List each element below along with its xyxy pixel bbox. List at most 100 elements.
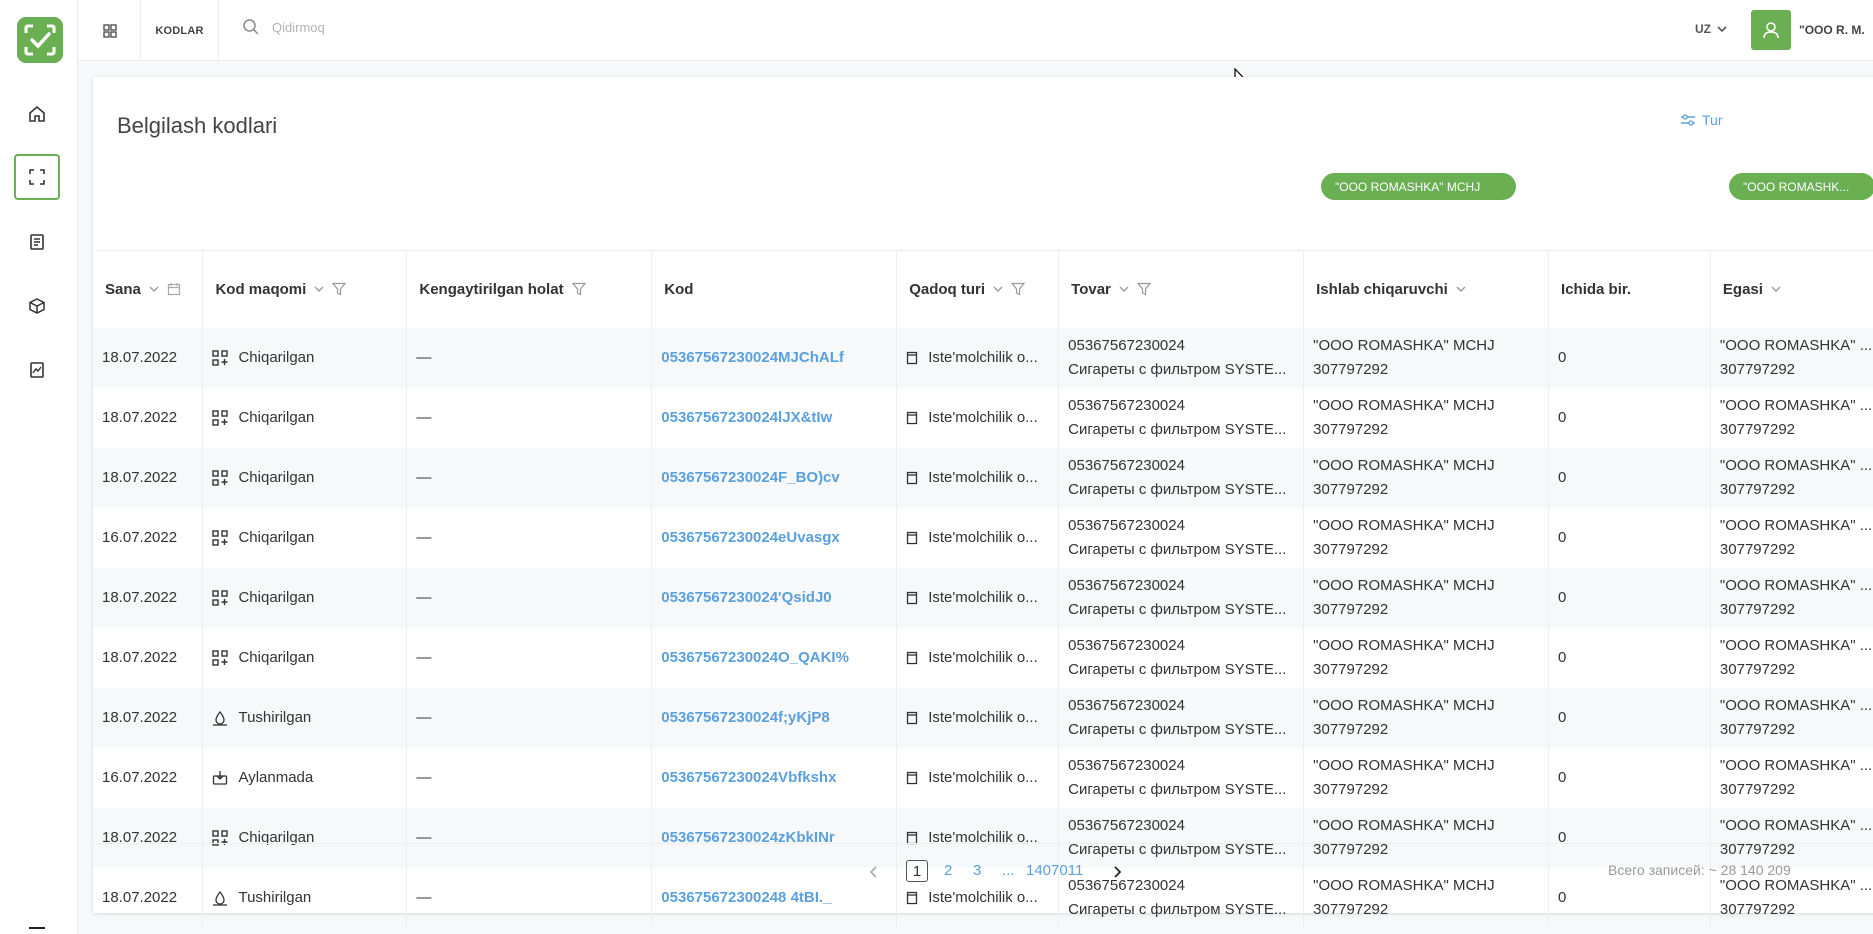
manufacturer-name: "OOO ROMASHKA" MCHJ [1313, 816, 1495, 834]
owner-filter-pill[interactable]: "OOO ROMASHK... [1729, 173, 1873, 200]
table-header-row: Sana Kod maqomi Kengaytirilgan holat Kod… [93, 250, 1873, 328]
status-text: Chiqarilgan [238, 349, 315, 366]
table-row[interactable]: 18.07.2022 Chiqarilgan — 05367567230024F_BO… [93, 447, 1873, 508]
cell-inside: 0 [1548, 327, 1711, 388]
app-logo[interactable] [17, 17, 63, 63]
cell-status: Chiqarilgan [202, 567, 408, 628]
manufacturer-tin: 307797292 [1313, 900, 1389, 918]
filter-icon[interactable] [1011, 282, 1026, 296]
language-label: UZ [1695, 22, 1711, 36]
cell-date: 18.07.2022 [93, 327, 204, 388]
column-product[interactable]: Tovar [1058, 250, 1305, 328]
owner-name: "OOO ROMASHKA" ... [1719, 576, 1873, 594]
sidebar-item-products[interactable] [14, 283, 60, 329]
column-date[interactable]: Sana [93, 250, 204, 328]
scan-icon [29, 169, 45, 185]
cell-extended: — [406, 567, 653, 628]
sort-chevron-icon[interactable] [1771, 286, 1781, 293]
owner-name: "OOO ROMASHKA" ... [1719, 636, 1873, 654]
extended-text: — [416, 409, 432, 426]
code-link[interactable]: 05367567230024'QsidJ0 [661, 589, 831, 606]
owner-name: "OOO ROMASHKA" ... [1719, 756, 1873, 774]
code-link[interactable]: 05367567230024f;yKjP8 [661, 709, 829, 726]
table-row[interactable]: 18.07.2022 Chiqarilgan — 05367567230024lJX&… [93, 387, 1873, 448]
column-inside[interactable]: Ichida bir. [1548, 250, 1711, 328]
package-icon [907, 411, 918, 424]
calendar-icon[interactable] [167, 282, 181, 296]
next-page-icon[interactable] [1113, 866, 1121, 878]
cell-code: 05367567230024eUvasgx [651, 507, 898, 568]
sort-chevron-icon[interactable] [149, 286, 159, 293]
sidebar-item-reports[interactable] [14, 347, 60, 393]
cell-status: Tushirilgan [202, 687, 408, 748]
sort-chevron-icon[interactable] [993, 286, 1003, 293]
table-row[interactable]: 16.07.2022 Chiqarilgan — 05367567230024eUva… [93, 507, 1873, 568]
code-link[interactable]: 05367567230024lJX&tIw [661, 409, 832, 426]
extended-text: — [416, 769, 432, 786]
product-name: Сигареты с фильтром SYSTE... [1068, 540, 1287, 558]
page-2-button[interactable]: 2 [944, 862, 952, 879]
codes-card: Belgilash kodlari Tur "OOO ROMASHKA" MCH… [93, 77, 1873, 928]
cell-date: 16.07.2022 [93, 507, 204, 568]
code-link[interactable]: 05367567230024O_QAKI% [661, 649, 849, 666]
status-text: Tushirilgan [238, 709, 312, 726]
column-owner[interactable]: Egasi [1710, 250, 1873, 328]
column-code[interactable]: Kod [651, 250, 898, 328]
package-text: Iste'molchilik o... [928, 649, 1038, 666]
table-row[interactable]: 18.07.2022 Tushirilgan — 05367567230024f;yK… [93, 687, 1873, 748]
home-icon [29, 105, 45, 122]
cell-status: Chiqarilgan [202, 447, 408, 508]
filter-icon[interactable] [332, 282, 347, 296]
sort-chevron-icon[interactable] [314, 286, 324, 293]
sidebar [0, 0, 78, 934]
sort-chevron-icon[interactable] [1456, 286, 1466, 293]
page-last-button[interactable]: 1407011 [1026, 862, 1083, 879]
sidebar-item-codes[interactable] [14, 154, 60, 200]
filter-icon[interactable] [571, 282, 586, 296]
code-link[interactable]: 05367567230024eUvasgx [661, 529, 840, 546]
cell-manufacturer: "OOO ROMASHKA" MCHJ 307797292 [1303, 687, 1550, 748]
sidebar-item-home[interactable] [14, 91, 60, 137]
column-extended[interactable]: Kengaytirilgan holat [406, 250, 653, 328]
page-3-button[interactable]: 3 [973, 862, 981, 879]
manufacturer-tin: 307797292 [1313, 660, 1389, 678]
cell-extended: — [406, 627, 653, 688]
code-link[interactable]: 05367567230024F_BO)cv [661, 469, 839, 486]
type-filter-button[interactable]: Tur [1680, 112, 1722, 128]
cell-status: Aylanmada [202, 747, 408, 808]
column-status[interactable]: Kod maqomi [202, 250, 408, 328]
user-name[interactable]: "OOO R. M. [1799, 23, 1865, 37]
code-link[interactable]: 05367567230024MJChALf [661, 349, 844, 366]
cell-product: 05367567230024 Сигареты с фильтром SYSTE.… [1058, 327, 1305, 388]
product-gtin: 05367567230024 [1068, 576, 1185, 594]
page-ellipsis[interactable]: ... [1002, 862, 1015, 879]
table-row[interactable]: 18.07.2022 Chiqarilgan — 05367567230024MJCh… [93, 327, 1873, 388]
cell-package: Iste'molchilik o... [896, 627, 1060, 688]
avatar[interactable] [1751, 10, 1791, 50]
sort-chevron-icon[interactable] [1119, 286, 1129, 293]
table-row[interactable]: 16.07.2022 Aylanmada — 05367567230024Vbfksh… [93, 747, 1873, 808]
sidebar-item-documents[interactable] [14, 219, 60, 265]
search-input[interactable] [272, 19, 572, 35]
manufacturer-filter-pill[interactable]: "OOO ROMASHKA" MCHJ [1321, 173, 1516, 200]
code-link[interactable]: 05367567230024Vbfkshx [661, 769, 836, 786]
cell-manufacturer: "OOO ROMASHKA" MCHJ 307797292 [1303, 447, 1550, 508]
table-row[interactable]: 18.07.2022 Chiqarilgan — 05367567230024O_QA… [93, 627, 1873, 688]
cell-owner: "OOO ROMASHKA" ... 307797292 [1710, 747, 1873, 808]
sidebar-collapse-handle[interactable] [29, 927, 45, 929]
extended-text: — [416, 589, 432, 606]
extended-text: — [416, 529, 432, 546]
cell-extended: — [406, 387, 653, 448]
filter-icon[interactable] [1136, 282, 1151, 296]
column-manufacturer[interactable]: Ishlab chiqaruvchi [1303, 250, 1550, 328]
page-1-button[interactable]: 1 [906, 860, 928, 882]
apps-menu-button[interactable] [79, 0, 141, 61]
column-package[interactable]: Qadoq turi [896, 250, 1060, 328]
date-text: 18.07.2022 [102, 709, 178, 726]
table-row[interactable]: 18.07.2022 Chiqarilgan — 05367567230024'Qsi… [93, 567, 1873, 628]
manufacturer-tin: 307797292 [1313, 720, 1389, 738]
cell-manufacturer: "OOO ROMASHKA" MCHJ 307797292 [1303, 567, 1550, 628]
prev-page-icon[interactable] [870, 866, 878, 878]
language-selector[interactable]: UZ [1695, 22, 1727, 36]
product-name: Сигареты с фильтром SYSTE... [1068, 900, 1287, 918]
